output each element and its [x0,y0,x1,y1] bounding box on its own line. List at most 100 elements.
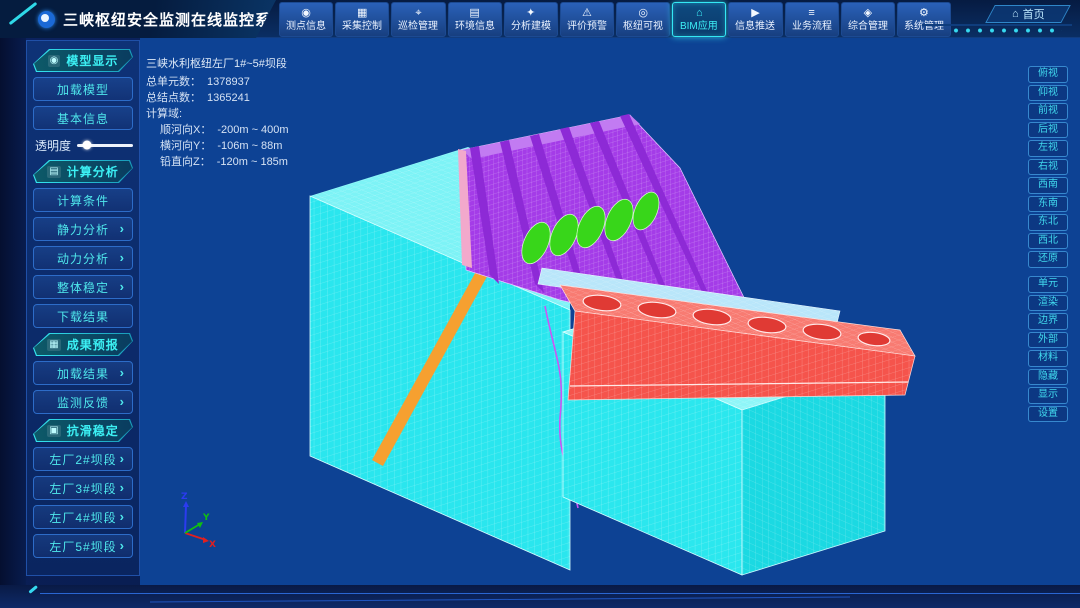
axes-triad: Z X Y [181,492,216,550]
download-result-button[interactable]: 下载结果 [33,304,133,328]
nav-tab-inspection[interactable]: ⌖ 巡检管理 [391,2,445,37]
button-label: 下载结果 [57,308,109,325]
chevron-right-icon: › [120,538,125,553]
view-button-left[interactable]: 左视 [1028,140,1068,157]
view-button-northwest[interactable]: 西北 [1028,233,1068,250]
nav-label: 枢纽可视 [623,20,663,31]
button-label: 加载结果 [57,365,109,382]
sidebar-section-model-display[interactable]: ◉ 模型显示 [34,50,132,71]
footer-decor [0,585,1080,608]
display-button-render[interactable]: 渲染 [1028,295,1068,312]
button-label: 左厂4#坝段 [49,509,116,526]
page-background: 三峡枢纽安全监测在线监控系统 ▾ ◉ 测点信息 ▦ 采集控制 ⌖ 巡检管理 ▤ … [0,0,1080,608]
nav-tab-environment[interactable]: ▤ 环境信息 [448,2,502,37]
transparency-slider-knob[interactable] [83,141,92,150]
modeling-icon: ✦ [526,7,535,20]
app-title: 三峡枢纽安全监测在线监控系统 [63,9,287,30]
view-button-southwest[interactable]: 西南 [1028,177,1068,194]
display-controls: 单元 渲染 边界 外部 材料 隐藏 显示 设置 [1028,276,1068,422]
section-title: 抗滑稳定 [67,422,119,439]
chevron-right-icon: › [120,221,125,236]
nav-label: 系统管理 [904,20,944,31]
nav-tab-system[interactable]: ⚙ 系统管理 [897,2,951,37]
domain-label: 铅直向Z： [160,156,211,168]
nav-tab-hub-visual[interactable]: ◎ 枢纽可视 [616,2,670,37]
model-display-icon: ◉ [48,55,61,67]
nav-tab-evaluation-warning[interactable]: ⚠ 评价预警 [560,2,614,37]
model-info-title: 三峡水利枢纽左厂1#~5#坝段 [146,56,289,72]
dam-section-2-button[interactable]: 左厂2#坝段› [33,447,133,471]
nav-tab-bim-app[interactable]: ⌂ BIM应用 [672,2,726,37]
load-model-button[interactable]: 加载模型 [33,77,133,101]
dam-section-5-button[interactable]: 左厂5#坝段› [33,534,133,558]
sidebar-section-calc-analysis[interactable]: ▤ 计算分析 [34,161,132,182]
calc-analysis-icon: ▤ [47,166,60,178]
button-label: 加载模型 [57,81,109,98]
display-button-element[interactable]: 单元 [1028,276,1068,293]
view-button-southeast[interactable]: 东南 [1028,196,1068,213]
view-button-top[interactable]: 俯视 [1028,66,1068,83]
app-logo [38,11,55,28]
domain-value: -120m ~ 185m [217,156,288,168]
display-button-show[interactable]: 显示 [1028,387,1068,404]
section-title: 模型显示 [66,52,118,69]
domain-row: 顺河向X：-200m ~ 400m [160,122,289,138]
static-analysis-button[interactable]: 静力分析› [33,217,133,241]
nav-tab-info-push[interactable]: ▶ 信息推送 [728,2,782,37]
dam-section-3-button[interactable]: 左厂3#坝段› [33,476,133,500]
domain-row: 横河向Y：-106m ~ 88m [160,138,289,154]
axis-z-label: Z [181,492,188,502]
warning-siren-icon: ⚠ [582,7,592,20]
sidebar: ◉ 模型显示 加载模型 基本信息 透明度 ▤ 计算分析 计算条件 静力分析› 动… [26,40,140,576]
stat-value: 1365241 [207,92,250,104]
display-button-boundary[interactable]: 边界 [1028,313,1068,330]
chevron-right-icon: › [120,394,125,409]
dam-section-4-button[interactable]: 左厂4#坝段› [33,505,133,529]
display-button-hide[interactable]: 隐藏 [1028,369,1068,386]
button-label: 整体稳定 [57,279,109,296]
model-info-stat: 总结点数：1365241 [146,90,289,106]
view-button-back[interactable]: 后视 [1028,122,1068,139]
nav-tab-measure-points[interactable]: ◉ 测点信息 [279,2,333,37]
transparency-slider[interactable] [77,144,133,147]
logo-crescent [41,14,49,22]
model-info-block: 三峡水利枢纽左厂1#~5#坝段 总单元数：1378937 总结点数：136524… [146,56,289,170]
model-viewport[interactable]: Z X Y 三峡水利枢纽左厂1#~5#坝段 总单元数：1378937 总结点数：… [140,38,1080,585]
view-button-northeast[interactable]: 东北 [1028,214,1068,231]
display-button-settings[interactable]: 设置 [1028,406,1068,423]
view-button-bottom[interactable]: 仰视 [1028,85,1068,102]
view-button-front[interactable]: 前视 [1028,103,1068,120]
system-gear-icon: ⚙ [919,7,929,20]
dynamic-analysis-button[interactable]: 动力分析› [33,246,133,270]
view-button-right[interactable]: 右视 [1028,159,1068,176]
anti-slide-icon: ▣ [47,425,60,437]
nav-tab-collection-control[interactable]: ▦ 采集控制 [335,2,389,37]
display-button-material[interactable]: 材料 [1028,350,1068,367]
home-label: 首页 [1022,6,1044,22]
load-result-button[interactable]: 加载结果› [33,361,133,385]
section-anti-slide-frame: ▣ 抗滑稳定 [33,419,133,442]
domain-value: -106m ~ 88m [217,140,282,152]
view-button-reset[interactable]: 还原 [1028,251,1068,268]
sidebar-section-anti-slide[interactable]: ▣ 抗滑稳定 [34,420,132,441]
nav-tab-analysis-modeling[interactable]: ✦ 分析建模 [504,2,558,37]
basic-info-button[interactable]: 基本信息 [33,106,133,130]
header-decor-rule [922,24,1072,26]
nav-tab-comprehensive[interactable]: ◈ 综合管理 [841,2,895,37]
button-label: 左厂2#坝段 [49,451,116,468]
nav-tab-workflow[interactable]: ≡ 业务流程 [785,2,839,37]
bim-home-icon: ⌂ [696,7,703,20]
environment-icon: ▤ [469,7,479,20]
section-calc-analysis-frame: ▤ 计算分析 [33,160,133,183]
home-button[interactable]: ⌂ 首页 [985,5,1071,23]
nav-label: 巡检管理 [398,20,438,31]
footer-decor-line [40,593,1080,594]
sidebar-section-result-forecast[interactable]: ▦ 成果预报 [34,334,132,355]
nav-label: 采集控制 [342,20,382,31]
axis-x-label: X [209,540,216,550]
calc-condition-button[interactable]: 计算条件 [33,188,133,212]
global-stability-button[interactable]: 整体稳定› [33,275,133,299]
display-button-external[interactable]: 外部 [1028,332,1068,349]
section-title: 计算分析 [67,163,119,180]
monitor-feedback-button[interactable]: 监测反馈› [33,390,133,414]
